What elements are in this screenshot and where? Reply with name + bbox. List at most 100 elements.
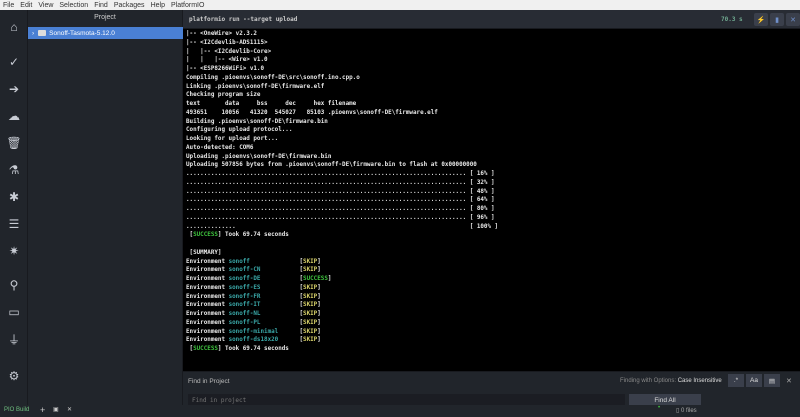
terminal-line: text data bss dec hex filename [186,101,357,107]
menu-packages[interactable]: Packages [114,2,145,9]
env-status: SKIP [303,311,318,317]
whole-word-toggle[interactable]: ▤ [764,374,780,387]
env-status: SKIP [303,284,318,291]
project-tree-item[interactable]: › Sonoff-Tasmota-5.12.0 [28,27,183,39]
terminal-line: |-- <OneWire> v2.3.2 [186,31,257,37]
env-status: SKIP [303,302,318,309]
close-find-icon[interactable]: ✕ [786,377,792,385]
menu-bar: File Edit View Selection Find Packages Help Pla… [0,0,800,10]
status-bar: PIO Build + ▣ ✕ • ▯ 0 files [0,405,800,417]
bug-icon[interactable]: ✱ [0,187,28,207]
summary-row: Environment sonoff-minimal [SKIP] [186,328,321,335]
summary-row: Environment sonoff-CN [SKIP] [186,267,321,274]
env-status: SKIP [303,328,318,335]
summary-row: Environment sonoff-ES [SKIP] [186,284,321,291]
progress-line: ........................................… [186,171,495,177]
summary-row: Environment sonoff-NL [SKIP] [186,311,321,317]
terminal-line: |-- <I2Cdevlib-ADS1115> [186,39,268,46]
lightning-icon[interactable]: ⚡ [754,13,768,26]
terminal-line: Looking for upload port... [186,136,279,142]
terminal-line: Uploading .pioenvs\sonoff-DE\firmware.bi… [186,153,332,160]
arrow-right-icon[interactable]: ➔ [0,79,28,99]
terminal-line: Configuring upload protocol... [186,127,293,134]
plus-icon[interactable]: + [40,405,45,415]
menu-help[interactable]: Help [151,2,165,9]
home-icon[interactable]: ⌂ [0,17,28,37]
success-badge: SUCCESS [193,232,218,239]
cloud-upload-icon[interactable]: ☁ [0,106,28,126]
progress-line: ........................................… [186,188,495,195]
find-panel: Find in Project Finding with Options: Ca… [183,371,800,406]
regex-toggle[interactable]: .* [728,374,744,387]
success-line: [SUCCESS] Took 69.74 seconds [186,232,289,239]
terminal-line: Auto-detected: COM6 [186,144,254,151]
terminal-line: Linking .pioenvs\sonoff-DE\firmware.elf [186,83,325,90]
activity-bar: ⌂ ✓ ➔ ☁ 🗑 ⚗ ✱ ☰ ✷ ⚲ ▭ ⏚ ⚙ [0,10,28,405]
plug-icon[interactable]: ⏚ [0,329,28,349]
folder-icon [38,30,47,36]
settings-icon[interactable]: ⚙ [0,366,28,386]
env-status: SKIP [303,267,318,274]
summary-row: Environment sonoff-IT [SKIP] [186,302,321,309]
terminal-line: Building .pioenvs\sonoff-DE\firmware.bin [186,118,328,125]
close-icon[interactable]: ✕ [67,406,72,413]
terminal-line: | |-- <I2Cdevlib-Core> [186,48,272,55]
menu-view[interactable]: View [38,2,53,9]
find-options-text: Finding with Options: Case Insensitive [620,378,722,384]
progress-line: ........................................… [186,197,495,204]
terminal-output[interactable]: |-- <OneWire> v2.3.2 |-- <I2Cdevlib-ADS11… [183,29,800,371]
terminal-icon[interactable]: ▣ [53,406,59,413]
find-title: Find in Project [188,378,230,385]
terminal-command: platformio run --target upload [189,16,298,23]
menu-selection[interactable]: Selection [59,2,88,9]
pio-build-label[interactable]: PIO Build [4,407,29,413]
terminal-elapsed: 70.3 s [721,16,743,23]
env-status: SKIP [303,337,318,344]
summary-row: Environment sonoff-DE [SUCCESS] [186,276,332,282]
files-count: ▯ 0 files [676,408,697,414]
env-status: SKIP [303,258,318,265]
success-line: [SUCCESS] Took 69.74 seconds [186,346,289,352]
terminal-line: |-- <ESP8266WiFi> v1.0 [186,66,265,72]
case-toggle[interactable]: Aa [746,374,762,387]
project-panel: Project › Sonoff-Tasmota-5.12.0 [28,10,183,405]
menu-platformio[interactable]: PlatformIO [171,2,204,9]
checklist-icon[interactable]: ☰ [0,214,28,234]
progress-line: ........................................… [186,179,495,186]
search-icon[interactable]: ⚲ [0,275,28,295]
clipboard-icon[interactable]: ▮ [770,13,784,26]
progress-line: ........................................… [186,206,495,212]
terminal-line: 493651 10056 41320 545027 85103 .pioenvs… [186,109,438,116]
clipboard-icon: ▯ [676,408,680,414]
terminal-line: Checking program size [186,92,261,99]
flask-icon[interactable]: ⚗ [0,160,28,180]
summary-heading: [SUMMARY] [189,249,222,256]
success-badge: SUCCESS [193,346,218,352]
terminal-header: platformio run --target upload 70.3 s ⚡ … [183,10,800,29]
progress-line: ........................................… [186,214,495,221]
chevron-right-icon: › [32,29,35,37]
terminal-line: | | |-- <Wire> v1.0 [186,57,268,64]
status-dot-icon: • [658,405,661,411]
terminal-line: Compiling .pioenvs\sonoff-DE\src\sonoff.… [186,74,360,81]
summary-row: Environment sonoff [SKIP] [186,258,321,265]
gear-icon[interactable]: ✷ [0,241,28,261]
check-icon[interactable]: ✓ [0,52,28,72]
close-icon[interactable]: ✕ [786,13,800,26]
env-status: SUCCESS [303,276,328,282]
env-status: SKIP [303,293,318,300]
terminal-icon[interactable]: ▭ [0,302,28,322]
trash-icon[interactable]: 🗑 [0,133,28,153]
project-item-label: Sonoff-Tasmota-5.12.0 [49,29,115,37]
summary-row: Environment sonoff-FR [SKIP] [186,293,321,300]
summary-row: Environment sonoff-ds18x20 [SKIP] [186,337,321,344]
menu-find[interactable]: Find [94,2,108,9]
env-status: SKIP [303,319,318,326]
project-title: Project [94,14,116,21]
progress-line: .............. [ 100% ] [186,223,499,230]
summary-row: Environment sonoff-PL [SKIP] [186,319,321,326]
menu-edit[interactable]: Edit [20,2,32,9]
menu-file[interactable]: File [3,2,14,9]
terminal-line: Uploading 507856 bytes from .pioenvs\son… [186,162,477,169]
